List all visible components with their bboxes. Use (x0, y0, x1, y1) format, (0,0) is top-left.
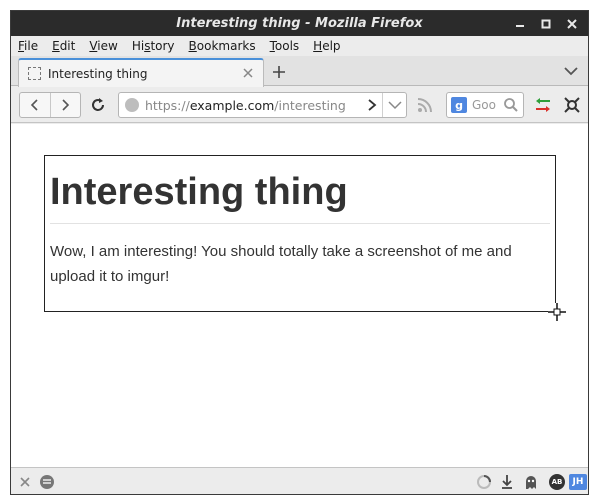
page-heading: Interesting thing (50, 173, 550, 224)
url-history-chevron-icon[interactable] (382, 93, 406, 117)
tab-title: Interesting thing (48, 66, 148, 81)
browser-window: Interesting thing - Mozilla Firefox File… (10, 10, 589, 495)
minimize-icon[interactable] (508, 11, 532, 36)
menu-bar: File Edit View History Bookmarks Tools H… (11, 36, 588, 56)
search-icon[interactable] (503, 97, 519, 113)
site-identity-icon[interactable] (125, 98, 139, 112)
tab-interesting-thing[interactable]: Interesting thing (18, 58, 264, 87)
page-icon (28, 67, 41, 80)
navigation-bar: https://example.com/interesting g Goo (11, 87, 588, 123)
addon-bar: AB JH (11, 467, 588, 494)
user-badge-jh[interactable]: JH (569, 474, 587, 490)
close-icon[interactable] (560, 11, 584, 36)
content-card: Interesting thing Wow, I am interesting!… (44, 155, 556, 312)
close-addon-bar-icon[interactable] (17, 474, 33, 490)
search-box[interactable]: g Goo (446, 92, 524, 118)
download-icon[interactable] (499, 474, 515, 490)
search-input[interactable]: Goo (472, 98, 503, 112)
page-content: Interesting thing Wow, I am interesting!… (11, 124, 588, 467)
menu-bookmarks[interactable]: Bookmarks (189, 39, 256, 53)
url-text[interactable]: https://example.com/interesting (145, 98, 362, 113)
crosshair-cursor-icon (547, 302, 567, 322)
menu-edit[interactable]: Edit (52, 39, 75, 53)
menu-view[interactable]: View (89, 39, 117, 53)
loading-indicator-icon[interactable] (476, 474, 492, 490)
menu-file[interactable]: File (18, 39, 38, 53)
tab-close-icon[interactable] (243, 66, 263, 82)
maximize-icon[interactable] (534, 11, 558, 36)
new-tab-icon[interactable] (269, 62, 289, 82)
google-search-engine-icon[interactable]: g (451, 97, 467, 113)
back-forward-group (19, 92, 81, 118)
url-bar[interactable]: https://example.com/interesting (118, 92, 407, 118)
window-title: Interesting thing - Mozilla Firefox (176, 16, 423, 31)
screenshot-tool-icon[interactable] (563, 96, 581, 114)
menu-tools[interactable]: Tools (270, 39, 300, 53)
sync-arrows-icon[interactable] (534, 96, 552, 114)
reload-icon[interactable] (89, 96, 107, 114)
tab-strip: Interesting thing (11, 56, 588, 87)
back-icon[interactable] (20, 93, 50, 117)
rss-feed-icon[interactable] (417, 97, 433, 113)
menu-help[interactable]: Help (313, 39, 340, 53)
forward-icon[interactable] (49, 93, 81, 117)
tab-list-chevron-icon[interactable] (562, 62, 580, 80)
page-body-text: Wow, I am interesting! You should totall… (50, 243, 512, 285)
privacy-extension-icon[interactable] (39, 474, 55, 490)
title-bar: Interesting thing - Mozilla Firefox (11, 11, 588, 36)
go-arrow-icon[interactable] (362, 93, 382, 117)
menu-history[interactable]: History (132, 39, 175, 53)
ghost-extension-icon[interactable] (523, 474, 539, 490)
adblock-badge[interactable]: AB (549, 474, 565, 490)
